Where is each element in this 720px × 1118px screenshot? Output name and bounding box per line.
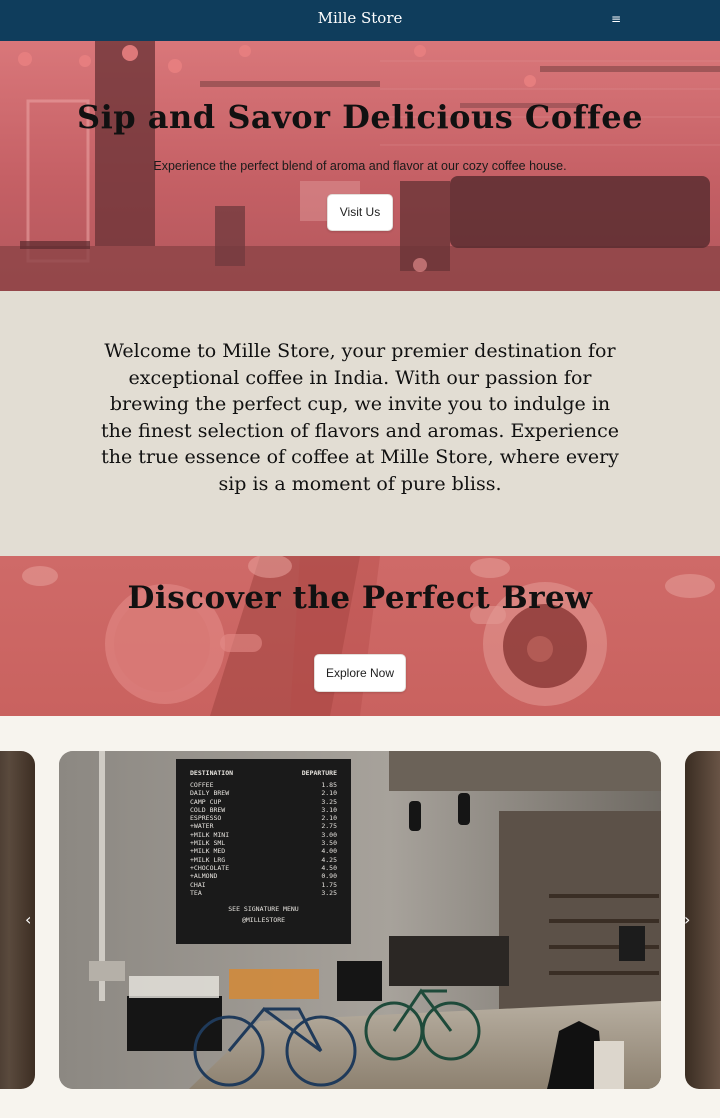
board-header-right: DEPARTURE xyxy=(301,769,337,777)
carousel-slide-active[interactable]: DESTINATION DEPARTURE COFFEE DAILY BREW CA… xyxy=(59,751,661,1089)
image-carousel: DESTINATION DEPARTURE COFFEE DAILY BREW CA… xyxy=(0,716,720,1118)
board-price: 0.90 xyxy=(321,872,337,881)
board-price: 4.00 xyxy=(321,847,337,856)
board-price: 2.10 xyxy=(321,789,337,798)
board-item: COLD BREW xyxy=(190,805,226,814)
board-item: CHAI xyxy=(190,880,206,889)
board-price-list: 1.85 2.10 3.25 3.10 2.10 2.75 3.00 3.50 4.00 4.25… xyxy=(321,781,337,897)
board-item: +ALMOND xyxy=(190,872,218,881)
board-price: 3.25 xyxy=(321,797,337,806)
hamburger-icon[interactable]: ≡ xyxy=(611,12,621,26)
hero-title: Sip and Savor Delicious Coffee xyxy=(77,98,643,136)
board-header-left: DESTINATION xyxy=(190,769,234,777)
welcome-section: Welcome to Mille Store, your premier des… xyxy=(0,291,720,556)
board-item: TEA xyxy=(190,888,202,897)
board-item-list: COFFEE DAILY BREW CAMP CUP COLD BREW ESPRESS… xyxy=(190,781,229,897)
discover-section: Discover the Perfect Brew Explore Now xyxy=(0,556,720,716)
explore-now-button[interactable]: Explore Now xyxy=(314,654,406,692)
board-item: +MILK SML xyxy=(190,839,226,848)
board-footer: SEE SIGNATURE MENU xyxy=(228,905,299,914)
board-price: 1.85 xyxy=(321,781,337,789)
board-item: +MILK LRG xyxy=(190,855,226,864)
board-item: DAILY BREW xyxy=(190,789,230,798)
board-item: +WATER xyxy=(190,822,214,831)
board-price: 3.50 xyxy=(321,839,337,848)
board-price: 4.25 xyxy=(321,855,337,864)
chevron-right-icon[interactable]: › xyxy=(684,910,690,929)
board-price: 3.10 xyxy=(321,805,337,814)
board-item: CAMP CUP xyxy=(190,797,222,806)
board-item: +CHOCOLATE xyxy=(190,863,230,872)
welcome-text: Welcome to Mille Store, your premier des… xyxy=(101,340,619,495)
cafe-interior-image xyxy=(59,751,661,1089)
board-item: +MILK MINI xyxy=(190,830,230,839)
departure-board: DESTINATION DEPARTURE COFFEE DAILY BREW CA… xyxy=(176,759,351,944)
visit-us-button[interactable]: Visit Us xyxy=(327,194,393,231)
board-item: ESPRESSO xyxy=(190,814,222,823)
board-price: 3.00 xyxy=(321,830,337,839)
board-price: 3.25 xyxy=(321,888,337,897)
board-price: 4.50 xyxy=(321,863,337,872)
site-header: Mille Store ≡ xyxy=(0,0,720,41)
hero-subtitle: Experience the perfect blend of aroma an… xyxy=(153,159,567,173)
discover-title: Discover the Perfect Brew xyxy=(127,580,593,616)
board-item: COFFEE xyxy=(190,781,214,789)
hero-section: Sip and Savor Delicious Coffee Experienc… xyxy=(0,41,720,291)
board-item: +MILK MED xyxy=(190,847,226,856)
board-price: 2.75 xyxy=(321,822,337,831)
chevron-left-icon[interactable]: ‹ xyxy=(25,910,31,929)
board-price: 2.10 xyxy=(321,814,337,823)
board-price: 1.75 xyxy=(321,880,337,889)
board-handle: @MILLESTORE xyxy=(241,916,286,925)
